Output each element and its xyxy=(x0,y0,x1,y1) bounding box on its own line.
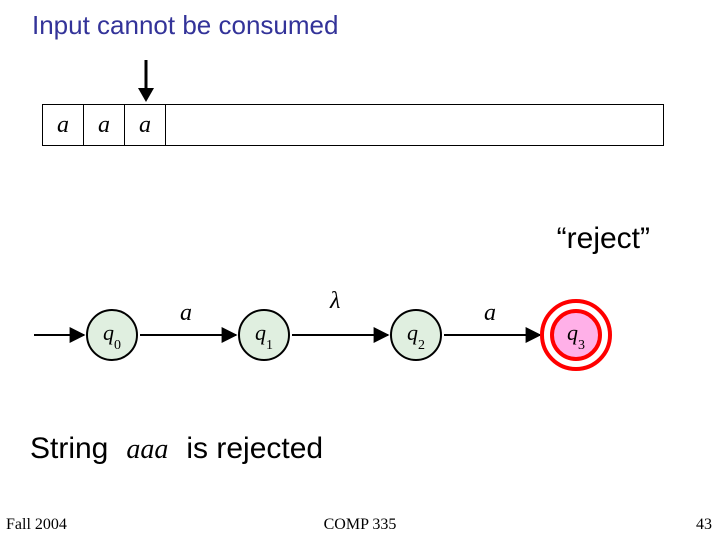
tape-cell: a xyxy=(43,105,84,145)
transition-label: λ xyxy=(330,288,340,315)
tape-blank-region xyxy=(166,105,663,145)
automaton-diagram: q0 q1 q2 q3 a λ a xyxy=(24,280,704,390)
state-q0: q0 xyxy=(86,309,138,361)
reject-label: “reject” xyxy=(557,222,650,256)
tape-cell: a xyxy=(84,105,125,145)
state-label: q0 xyxy=(103,320,121,350)
conclusion-prefix: String xyxy=(30,432,108,466)
slide-number: 43 xyxy=(696,516,712,534)
input-tape: a a a xyxy=(42,104,664,146)
state-label: q2 xyxy=(407,320,425,350)
slide-title: Input cannot be consumed xyxy=(32,10,338,41)
tape-cell: a xyxy=(125,105,166,145)
slide: Input cannot be consumed a a a “reject” xyxy=(0,0,720,540)
transition-label: a xyxy=(484,300,496,327)
footer-center: COMP 335 xyxy=(0,516,720,534)
conclusion-string: aaa xyxy=(126,434,168,466)
state-label: q1 xyxy=(255,320,273,350)
state-q1: q1 xyxy=(238,309,290,361)
tape-head-arrow-icon xyxy=(134,58,158,104)
transition-label: a xyxy=(180,300,192,327)
state-q2: q2 xyxy=(390,309,442,361)
conclusion-line: String aaa is rejected xyxy=(30,432,323,466)
state-q3: q3 xyxy=(550,309,602,361)
conclusion-suffix: is rejected xyxy=(186,432,323,466)
state-label: q3 xyxy=(567,320,585,350)
